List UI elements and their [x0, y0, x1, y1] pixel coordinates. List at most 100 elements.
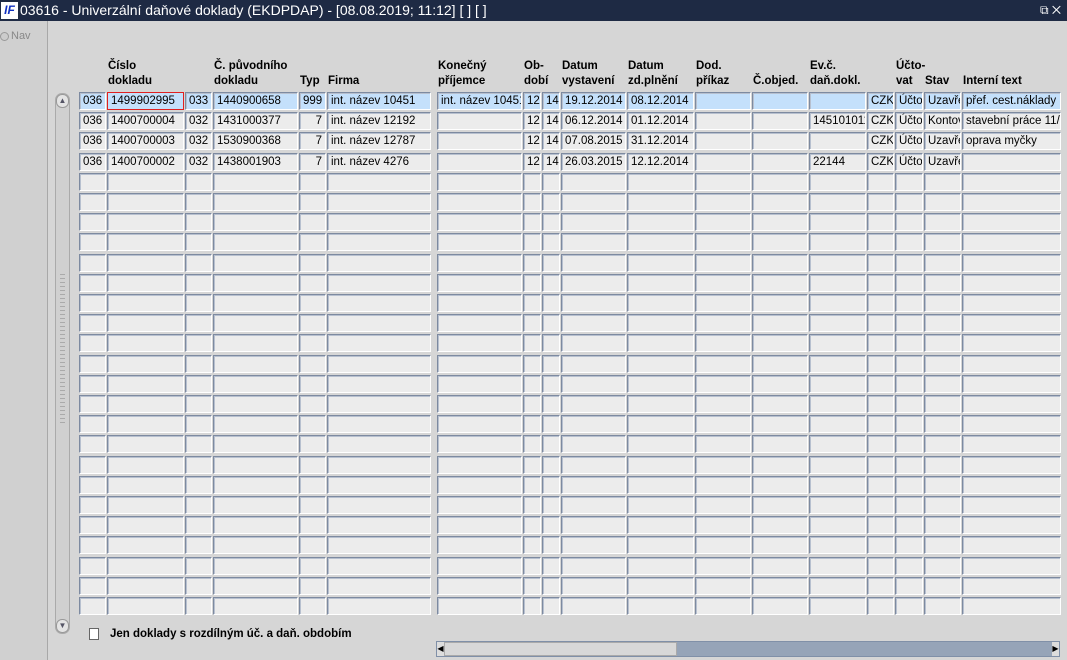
- cell-ev-dan-dokladu[interactable]: [809, 496, 866, 514]
- cell-datum-vystaveni[interactable]: [561, 557, 626, 575]
- cell-typ[interactable]: [299, 334, 326, 352]
- cell-stav[interactable]: [924, 536, 961, 554]
- cell-dod-prikaz[interactable]: [695, 577, 751, 595]
- cell-obdobi-rok[interactable]: [542, 516, 560, 534]
- cell-dod-prikaz[interactable]: [695, 173, 751, 191]
- cell-cislo-objednavky[interactable]: [752, 92, 808, 110]
- cell-datum-vystaveni[interactable]: [561, 193, 626, 211]
- cell-interni-text[interactable]: [962, 294, 1061, 312]
- cell-cislo-objednavky[interactable]: [752, 395, 808, 413]
- cell-datum-vystaveni[interactable]: [561, 496, 626, 514]
- cell-typ[interactable]: [299, 557, 326, 575]
- cell-dod-prikaz[interactable]: [695, 274, 751, 292]
- cell-cislo-objednavky[interactable]: [752, 314, 808, 332]
- cell-typ[interactable]: [299, 355, 326, 373]
- cell-mena[interactable]: [867, 557, 894, 575]
- cell-firma[interactable]: [327, 476, 431, 494]
- cell-mena[interactable]: [867, 294, 894, 312]
- cell-firma[interactable]: int. název 4276: [327, 153, 431, 171]
- cell-konecny-prijemce[interactable]: [437, 415, 522, 433]
- cell-obdobi-rok[interactable]: [542, 375, 560, 393]
- cell-datum-vystaveni[interactable]: [561, 516, 626, 534]
- cell-ev-dan-dokladu[interactable]: [809, 334, 866, 352]
- cell-puvodni-doklad[interactable]: 1530900368: [213, 132, 298, 150]
- cell-puvodni-doklad[interactable]: [213, 213, 298, 231]
- cell-puvodni-doklad[interactable]: [213, 536, 298, 554]
- cell-datum-vystaveni[interactable]: [561, 577, 626, 595]
- cell-konecny-prijemce[interactable]: [437, 294, 522, 312]
- cell-obdobi-mesic[interactable]: [523, 435, 541, 453]
- cell-firma[interactable]: [327, 233, 431, 251]
- cell-ev-dan-dokladu[interactable]: [809, 92, 866, 110]
- cell-typ[interactable]: [299, 233, 326, 251]
- cell-col-prefix[interactable]: 036: [79, 92, 106, 110]
- nav-radio[interactable]: Nav: [0, 30, 31, 42]
- cell-interni-text[interactable]: oprava myčky: [962, 132, 1061, 150]
- cell-puvodni-doklad[interactable]: 1438001903: [213, 153, 298, 171]
- cell-dod-prikaz[interactable]: [695, 314, 751, 332]
- cell-ev-dan-dokladu[interactable]: [809, 516, 866, 534]
- cell-uctovat[interactable]: [895, 476, 923, 494]
- cell-obdobi-mesic[interactable]: [523, 173, 541, 191]
- cell-puvodni-doklad[interactable]: [213, 294, 298, 312]
- cell-typ[interactable]: [299, 415, 326, 433]
- cell-mena[interactable]: [867, 395, 894, 413]
- cell-puvodni-doklad[interactable]: [213, 274, 298, 292]
- cell-puvodni-doklad[interactable]: [213, 435, 298, 453]
- cell-cislo-dokladu[interactable]: [107, 314, 184, 332]
- cell-konecny-prijemce[interactable]: [437, 334, 522, 352]
- cell-datum-plneni[interactable]: [627, 456, 694, 474]
- cell-datum-vystaveni[interactable]: [561, 213, 626, 231]
- cell-interni-text[interactable]: [962, 476, 1061, 494]
- cell-cislo-objednavky[interactable]: [752, 153, 808, 171]
- cell-obdobi-rok[interactable]: [542, 476, 560, 494]
- cell-datum-vystaveni[interactable]: [561, 294, 626, 312]
- cell-typ[interactable]: [299, 577, 326, 595]
- cell-col-prefix2[interactable]: [185, 334, 212, 352]
- cell-firma[interactable]: [327, 536, 431, 554]
- cell-uctovat[interactable]: [895, 334, 923, 352]
- cell-mena[interactable]: [867, 536, 894, 554]
- cell-firma[interactable]: [327, 173, 431, 191]
- cell-dod-prikaz[interactable]: [695, 334, 751, 352]
- cell-ev-dan-dokladu[interactable]: [809, 274, 866, 292]
- cell-dod-prikaz[interactable]: [695, 213, 751, 231]
- cell-dod-prikaz[interactable]: [695, 476, 751, 494]
- cell-obdobi-mesic[interactable]: 12: [523, 153, 541, 171]
- cell-interni-text[interactable]: [962, 173, 1061, 191]
- cell-uctovat[interactable]: Účtov: [895, 92, 923, 110]
- cell-obdobi-mesic[interactable]: [523, 516, 541, 534]
- cell-uctovat[interactable]: [895, 395, 923, 413]
- cell-datum-plneni[interactable]: [627, 355, 694, 373]
- cell-uctovat[interactable]: [895, 577, 923, 595]
- cell-firma[interactable]: int. název 12192: [327, 112, 431, 130]
- cell-obdobi-mesic[interactable]: [523, 254, 541, 272]
- cell-puvodni-doklad[interactable]: [213, 516, 298, 534]
- cell-interni-text[interactable]: [962, 557, 1061, 575]
- cell-cislo-dokladu[interactable]: [107, 173, 184, 191]
- cell-stav[interactable]: [924, 456, 961, 474]
- cell-obdobi-mesic[interactable]: [523, 193, 541, 211]
- cell-stav[interactable]: [924, 415, 961, 433]
- cell-datum-plneni[interactable]: [627, 577, 694, 595]
- cell-cislo-dokladu[interactable]: [107, 536, 184, 554]
- cell-cislo-dokladu[interactable]: [107, 557, 184, 575]
- scroll-right-icon[interactable]: ▶: [1052, 642, 1059, 656]
- cell-stav[interactable]: [924, 496, 961, 514]
- cell-stav[interactable]: [924, 355, 961, 373]
- cell-obdobi-mesic[interactable]: [523, 536, 541, 554]
- cell-col-prefix2[interactable]: [185, 536, 212, 554]
- cell-ev-dan-dokladu[interactable]: [809, 213, 866, 231]
- cell-datum-plneni[interactable]: [627, 294, 694, 312]
- cell-stav[interactable]: Uzavře: [924, 132, 961, 150]
- cell-ev-dan-dokladu[interactable]: 145101011: [809, 112, 866, 130]
- cell-konecny-prijemce[interactable]: [437, 516, 522, 534]
- cell-obdobi-mesic[interactable]: [523, 314, 541, 332]
- cell-cislo-dokladu[interactable]: [107, 395, 184, 413]
- cell-col-prefix2[interactable]: [185, 516, 212, 534]
- cell-uctovat[interactable]: [895, 193, 923, 211]
- cell-datum-plneni[interactable]: 12.12.2014: [627, 153, 694, 171]
- cell-puvodni-doklad[interactable]: [213, 577, 298, 595]
- cell-cislo-dokladu[interactable]: [107, 294, 184, 312]
- cell-uctovat[interactable]: [895, 557, 923, 575]
